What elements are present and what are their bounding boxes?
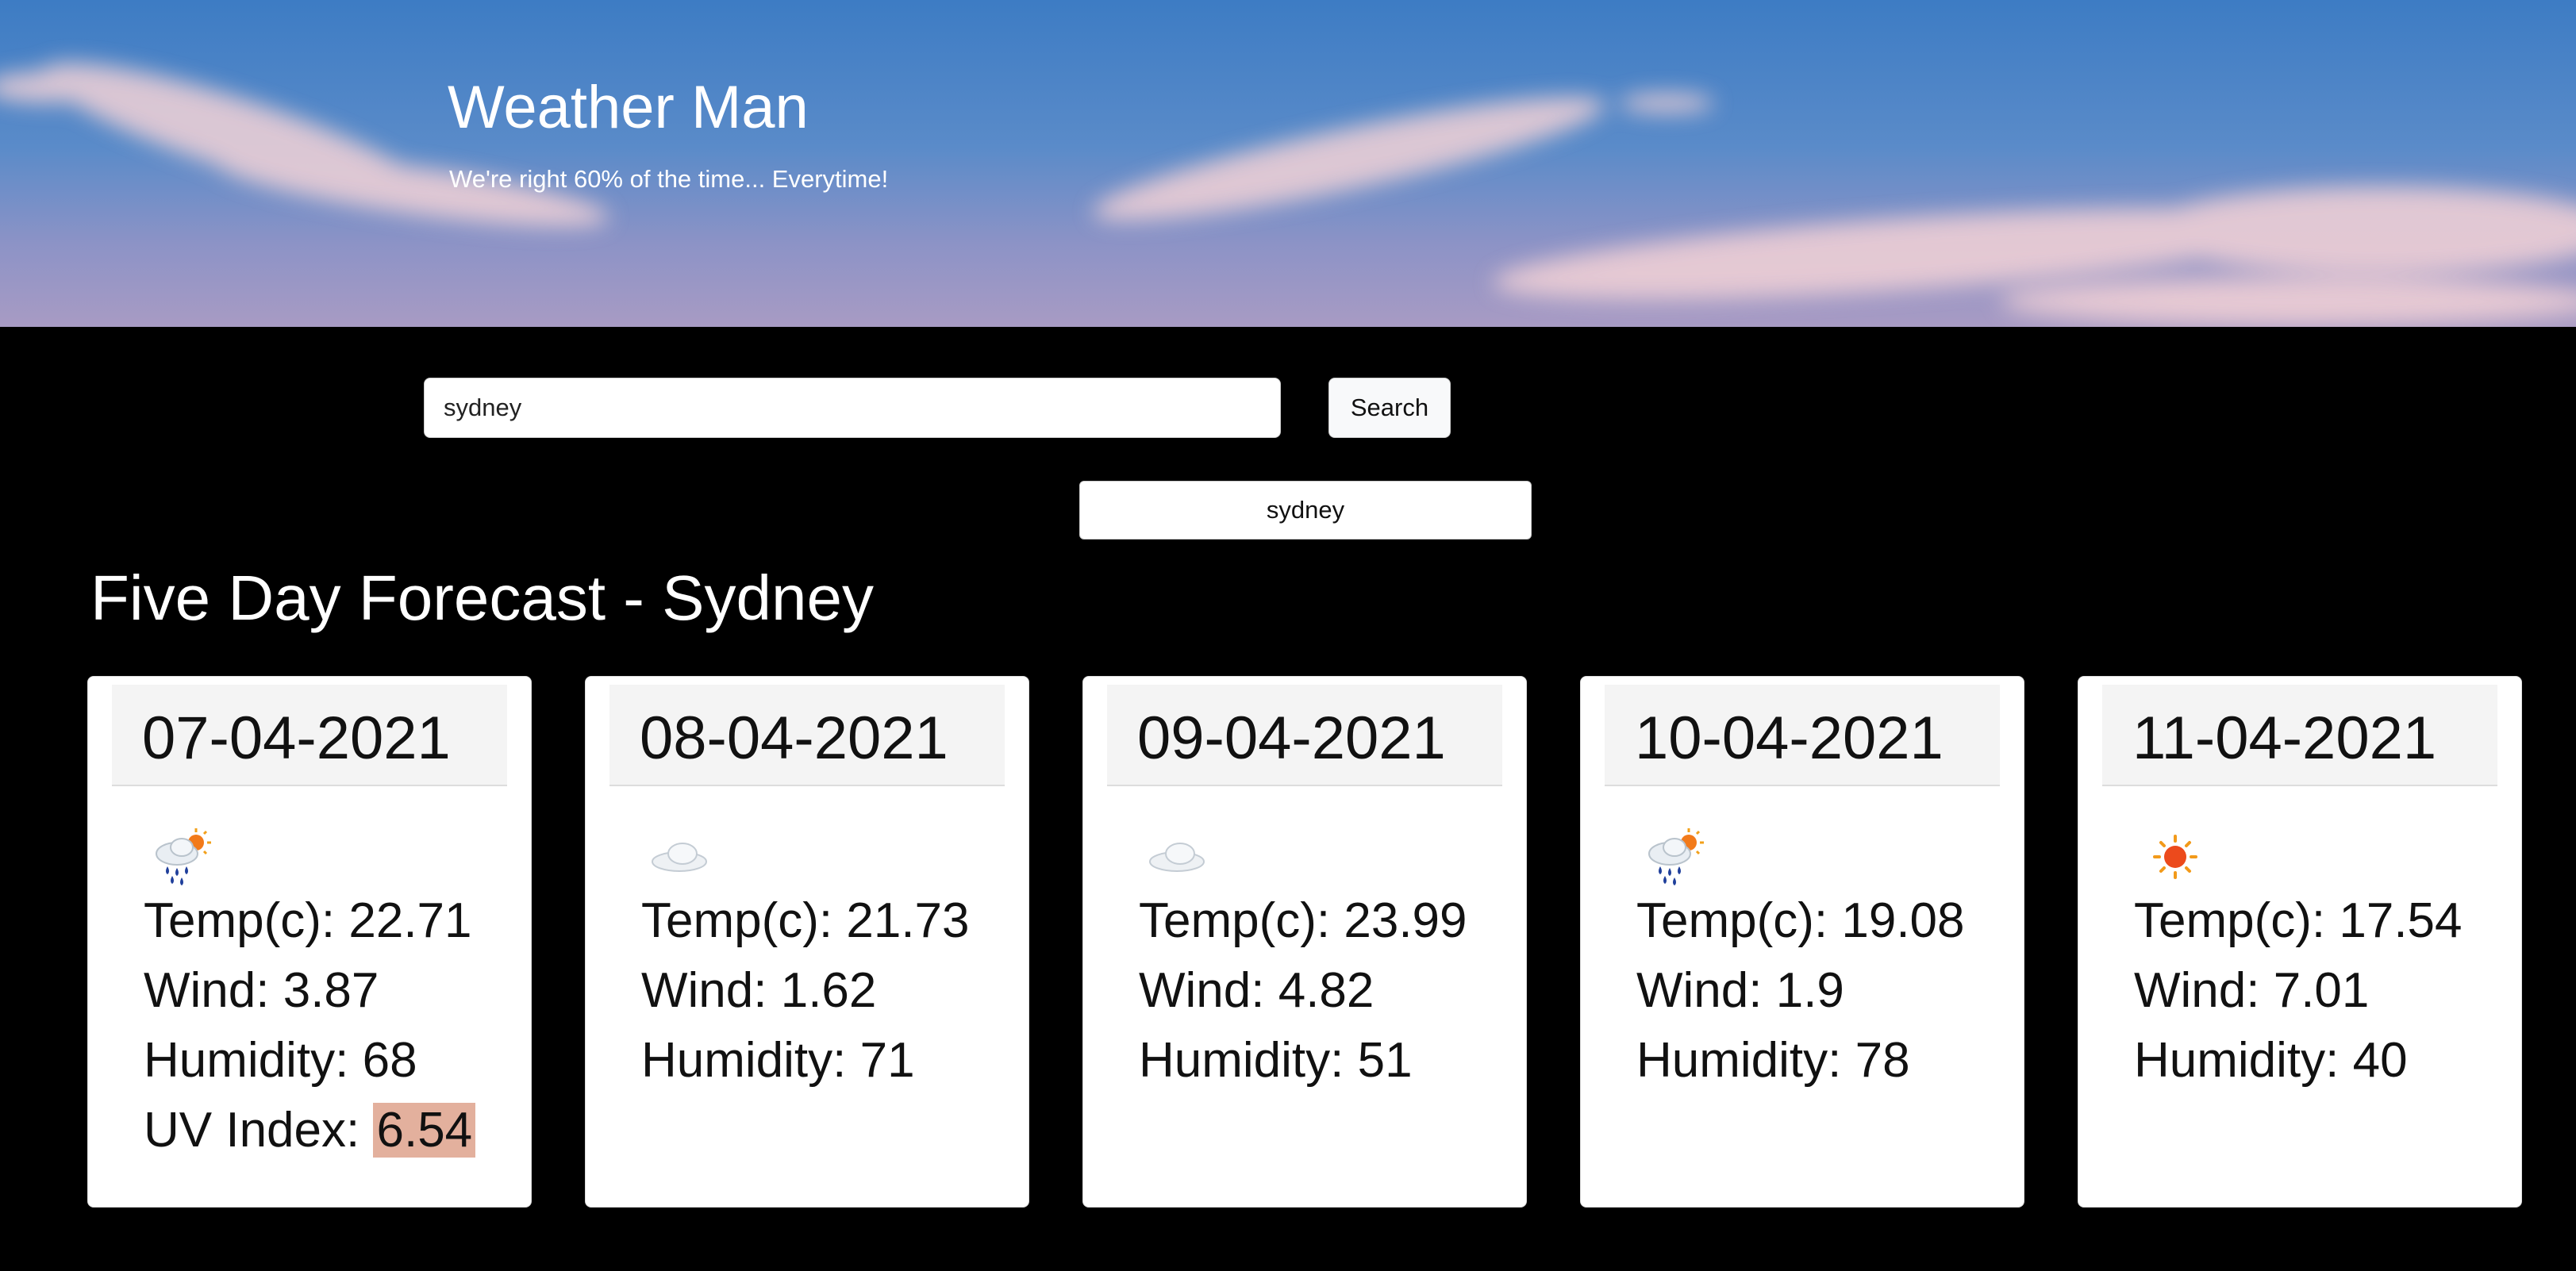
temperature-value: Temp(c): 19.08: [1636, 893, 1965, 948]
forecast-date: 10-04-2021: [1635, 705, 1944, 772]
humidity-value: Humidity: 71: [641, 1033, 915, 1088]
temperature-value: Temp(c): 22.71: [144, 893, 472, 948]
city-search-input[interactable]: [424, 378, 1281, 438]
humidity-value: Humidity: 78: [1636, 1033, 1910, 1088]
forecast-date: 11-04-2021: [2132, 705, 2437, 772]
temperature-value: Temp(c): 21.73: [641, 893, 970, 948]
forecast-date: 08-04-2021: [640, 705, 948, 772]
forecast-card: 11-04-2021 Temp(c): 17.54 Wind: 7.01 Hum…: [2078, 676, 2522, 1208]
card-header: 10-04-2021: [1605, 685, 2000, 786]
hero-banner: Weather Man We're right 60% of the time.…: [0, 0, 2576, 327]
card-header: 08-04-2021: [609, 685, 1005, 786]
wind-value: Wind: 3.87: [144, 963, 379, 1018]
uv-index-value: 6.54: [373, 1103, 476, 1158]
uv-index-label: UV Index:: [144, 1103, 374, 1158]
forecast-date: 09-04-2021: [1137, 705, 1446, 772]
card-header: 11-04-2021: [2102, 685, 2497, 786]
search-button[interactable]: Search: [1328, 378, 1451, 438]
rain-sun-icon: [156, 828, 211, 885]
forecast-card: 10-04-2021 Temp(c): 19.08 Wind: 1.9 Humi…: [1580, 676, 2024, 1208]
humidity-value: Humidity: 40: [2134, 1033, 2408, 1088]
rain-sun-icon: [1648, 828, 1704, 885]
forecast-heading: Five Day Forecast - Sydney: [90, 563, 874, 633]
wind-value: Wind: 4.82: [1139, 963, 1375, 1018]
sun-icon: [2153, 835, 2197, 879]
search-history-item[interactable]: sydney: [1079, 481, 1532, 540]
page-title: Weather Man: [448, 74, 809, 141]
forecast-card: 08-04-2021 Temp(c): 21.73 Wind: 1.62 Hum…: [585, 676, 1029, 1208]
wind-value: Wind: 1.62: [641, 963, 877, 1018]
temperature-value: Temp(c): 17.54: [2134, 893, 2463, 948]
card-header: 07-04-2021: [112, 685, 507, 786]
card-header: 09-04-2021: [1107, 685, 1502, 786]
uv-index: UV Index: 6.54: [144, 1102, 476, 1158]
wind-value: Wind: 1.9: [1636, 963, 1844, 1018]
page-subtitle: We're right 60% of the time... Everytime…: [449, 165, 889, 193]
temperature-value: Temp(c): 23.99: [1139, 893, 1467, 948]
wind-value: Wind: 7.01: [2134, 963, 2370, 1018]
humidity-value: Humidity: 51: [1139, 1033, 1413, 1088]
cloud-icon: [1149, 843, 1205, 872]
sky-background-image: [0, 62, 2576, 325]
cloud-icon: [652, 843, 707, 872]
forecast-date: 07-04-2021: [142, 705, 451, 772]
forecast-card: 07-04-2021 Temp(c): 22.71 Wind: 3.87 Hum…: [87, 676, 532, 1208]
forecast-card: 09-04-2021 Temp(c): 23.99 Wind: 4.82 Hum…: [1082, 676, 1527, 1208]
humidity-value: Humidity: 68: [144, 1033, 417, 1088]
